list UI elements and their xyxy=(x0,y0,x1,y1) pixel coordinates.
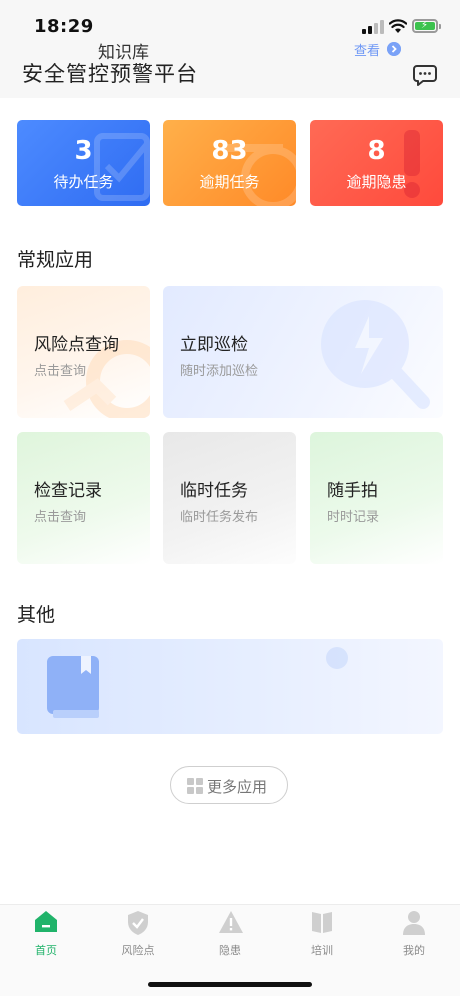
more-apps-button[interactable]: 更多应用 xyxy=(170,766,288,804)
book-icon xyxy=(47,656,99,718)
stat-card-overdue-hazards[interactable]: 8 逾期隐患 xyxy=(310,120,443,206)
more-apps-label: 更多应用 xyxy=(207,778,268,796)
grid-icon xyxy=(187,778,203,794)
tab-risk-points[interactable]: 风险点 xyxy=(92,908,184,964)
tab-label: 隐患 xyxy=(219,944,241,957)
user-icon xyxy=(403,911,425,935)
stat-label: 待办任务 xyxy=(53,173,114,191)
stat-value: 8 xyxy=(367,136,386,166)
home-icon xyxy=(35,911,57,932)
app-tile-snapshot[interactable]: 随手拍 时时记录 xyxy=(310,432,443,564)
battery-cap xyxy=(439,24,441,29)
stat-label: 逾期隐患 xyxy=(346,173,407,191)
tab-hazards[interactable]: 隐患 xyxy=(184,908,276,964)
stat-value: 83 xyxy=(211,136,248,166)
app-subtitle: 点击查询 xyxy=(34,510,87,525)
tab-home[interactable]: 首页 xyxy=(0,908,92,964)
app-subtitle: 随时添加巡检 xyxy=(180,364,259,379)
app-tile-check-records[interactable]: 检查记录 点击查询 xyxy=(17,432,150,564)
stat-card-overdue-tasks[interactable]: 83 逾期任务 xyxy=(163,120,296,206)
knowledge-base-view-link[interactable]: 查看 xyxy=(354,40,380,59)
app-title: 立即巡检 xyxy=(180,335,248,355)
app-subtitle: 时时记录 xyxy=(327,510,380,525)
app-title: 随手拍 xyxy=(327,481,378,501)
tab-label: 首页 xyxy=(35,944,57,957)
shield-icon xyxy=(128,911,148,935)
app-tile-patrol[interactable]: 立即巡检 随时添加巡检 xyxy=(163,286,443,418)
section-title-other: 其他 xyxy=(17,604,56,626)
app-subtitle: 点击查询 xyxy=(34,364,87,379)
app-tile-temp-task[interactable]: 临时任务 临时任务发布 xyxy=(163,432,296,564)
app-title: 临时任务 xyxy=(180,481,248,501)
tab-label: 我的 xyxy=(403,944,425,957)
lightning-search-icon xyxy=(321,300,430,409)
signal-icon xyxy=(362,20,384,34)
stat-card-pending-tasks[interactable]: 3 待办任务 xyxy=(17,120,150,206)
app-title: 风险点查询 xyxy=(34,335,119,355)
status-time: 18:29 xyxy=(34,16,94,37)
battery-icon: ⚡ xyxy=(412,19,438,33)
app-title: 检查记录 xyxy=(34,481,102,501)
wifi-icon xyxy=(389,19,407,33)
app-tile-risk-query[interactable]: 风险点查询 点击查询 xyxy=(17,286,150,418)
tab-training[interactable]: 培训 xyxy=(276,908,368,964)
section-title-common-apps: 常规应用 xyxy=(17,249,94,271)
decor-bubble xyxy=(326,647,348,669)
app-subtitle: 临时任务发布 xyxy=(180,510,259,525)
tab-label: 风险点 xyxy=(121,944,155,957)
chevron-right-icon[interactable] xyxy=(387,42,401,56)
chat-bubble-icon[interactable] xyxy=(413,64,437,86)
knowledge-base-banner[interactable] xyxy=(17,639,443,734)
warning-icon xyxy=(219,911,243,933)
stat-label: 逾期任务 xyxy=(199,173,260,191)
book-icon xyxy=(312,912,332,933)
knowledge-base-label: 知识库 xyxy=(98,43,149,63)
stat-value: 3 xyxy=(74,136,93,166)
tab-label: 培训 xyxy=(311,944,333,957)
tab-mine[interactable]: 我的 xyxy=(368,908,460,964)
home-indicator xyxy=(148,982,312,987)
